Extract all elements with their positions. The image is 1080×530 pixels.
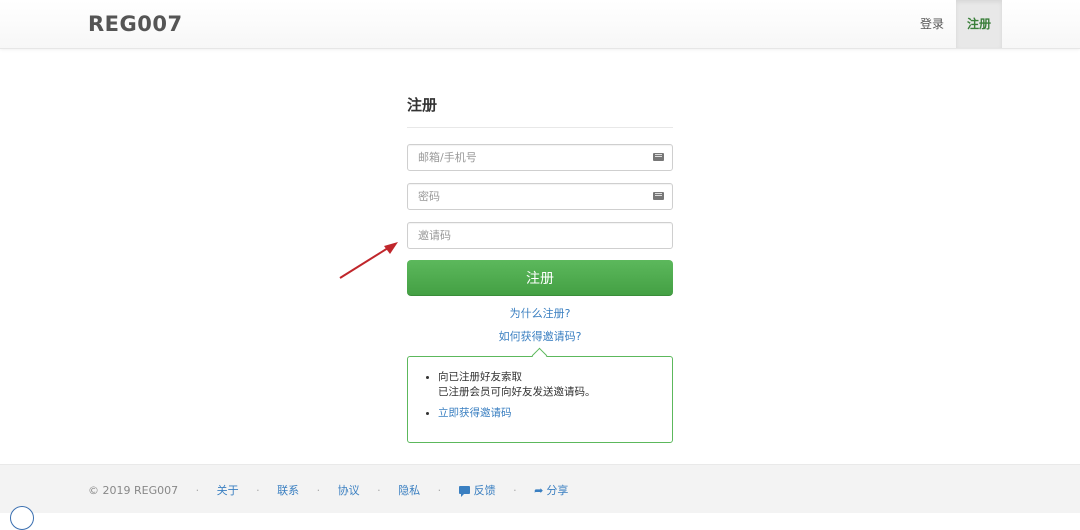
invite-code-input[interactable] (408, 223, 648, 248)
floating-badge[interactable] (10, 506, 34, 530)
footer-separator: · (437, 483, 442, 497)
footer-feedback-link[interactable]: 反馈 (458, 482, 496, 498)
footer-separator: · (195, 483, 200, 497)
password-input[interactable] (408, 184, 648, 209)
info-item-line1: 向已注册好友索取 (438, 371, 522, 383)
info-item-line2: 已注册会员可向好友发送邀请码。 (438, 386, 596, 398)
footer-separator: · (513, 483, 517, 497)
keyboard-icon[interactable] (653, 192, 664, 200)
comment-icon (458, 486, 470, 497)
footer-about-link[interactable]: 关于 (217, 482, 239, 498)
nav-register-link[interactable]: 注册 (956, 0, 1002, 48)
why-register-link[interactable]: 为什么注册? (407, 305, 673, 321)
form-divider (407, 127, 673, 128)
site-logo[interactable]: REG007 (88, 12, 183, 36)
footer-separator: · (377, 483, 381, 497)
footer-agreement-link[interactable]: 协议 (338, 482, 360, 498)
get-invite-now-link[interactable]: 立即获得邀请码 (426, 406, 596, 421)
keyboard-icon[interactable] (653, 153, 664, 161)
top-navbar: REG007 登录 注册 (0, 0, 1080, 49)
footer-feedback-label: 反馈 (473, 484, 496, 497)
register-submit-button[interactable]: 注册 (407, 260, 673, 296)
nav-login-link[interactable]: 登录 (912, 0, 952, 48)
invite-field-wrapper (407, 222, 673, 249)
info-item-ask-friend: 向已注册好友索取 已注册会员可向好友发送邀请码。 (426, 370, 596, 400)
footer-separator: · (316, 483, 321, 497)
invite-info-popover: 向已注册好友索取 已注册会员可向好友发送邀请码。 立即获得邀请码 (407, 356, 673, 443)
footer-privacy-link[interactable]: 隐私 (398, 482, 420, 498)
page-footer: © 2019 REG007 · 关于 · 联系 · 协议 · 隐私 · 反馈 ·… (0, 464, 1080, 513)
footer-links: © 2019 REG007 · 关于 · 联系 · 协议 · 隐私 · 反馈 ·… (88, 482, 568, 498)
footer-separator: · (256, 483, 260, 497)
footer-share-link[interactable]: ➦ 分享 (534, 482, 568, 498)
red-arrow-icon (339, 242, 398, 279)
info-list: 向已注册好友索取 已注册会员可向好友发送邀请码。 立即获得邀请码 (426, 370, 596, 421)
footer-contact-link[interactable]: 联系 (277, 482, 299, 498)
share-arrow-icon: ➦ (534, 483, 544, 497)
email-input[interactable] (408, 145, 648, 170)
footer-share-label: 分享 (546, 484, 569, 497)
form-title: 注册 (407, 96, 438, 114)
footer-copyright: © 2019 REG007 (88, 483, 179, 497)
how-get-invite-link[interactable]: 如何获得邀请码? (407, 328, 673, 344)
email-field-wrapper (407, 144, 673, 171)
password-field-wrapper (407, 183, 673, 210)
